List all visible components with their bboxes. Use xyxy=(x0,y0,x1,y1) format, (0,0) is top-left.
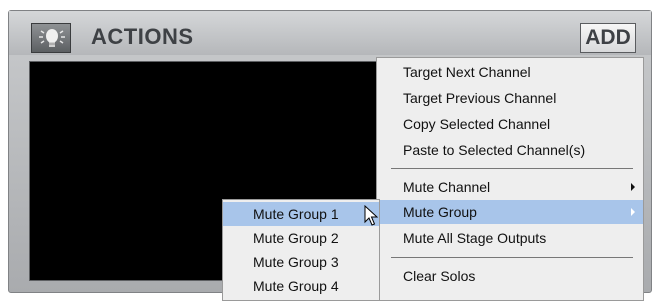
menu-item-clear-solos[interactable]: Clear Solos xyxy=(377,264,643,288)
mute-group-submenu: Mute Group 1 Mute Group 2 Mute Group 3 M… xyxy=(222,199,380,301)
menu-item-paste-selected-channels[interactable]: Paste to Selected Channel(s) xyxy=(377,138,643,162)
context-menu: Target Next Channel Target Previous Chan… xyxy=(376,57,644,301)
arrow-pointer-icon xyxy=(364,205,378,226)
menu-item-mute-all-stage-outputs[interactable]: Mute All Stage Outputs xyxy=(377,226,643,250)
submenu-item-mute-group-3[interactable]: Mute Group 3 xyxy=(223,250,379,274)
lightbulb-icon xyxy=(39,29,65,47)
menu-item-copy-selected-channel[interactable]: Copy Selected Channel xyxy=(377,112,643,136)
menu-item-mute-channel[interactable]: Mute Channel xyxy=(377,175,643,199)
submenu-arrow-icon xyxy=(631,208,635,216)
menu-item-label: Mute Group xyxy=(403,204,477,220)
menu-separator xyxy=(391,168,633,169)
panel-titlebar: ACTIONS ADD xyxy=(9,11,651,55)
submenu-item-mute-group-2[interactable]: Mute Group 2 xyxy=(223,226,379,250)
menu-item-target-next-channel[interactable]: Target Next Channel xyxy=(377,60,643,84)
add-button[interactable]: ADD xyxy=(580,23,636,53)
submenu-item-mute-group-1[interactable]: Mute Group 1 xyxy=(223,202,379,226)
menu-item-target-previous-channel[interactable]: Target Previous Channel xyxy=(377,86,643,110)
menu-separator xyxy=(391,257,633,258)
submenu-item-mute-group-4[interactable]: Mute Group 4 xyxy=(223,274,379,298)
menu-item-mute-group[interactable]: Mute Group xyxy=(377,200,643,224)
lightbulb-button[interactable] xyxy=(31,23,71,53)
menu-item-label: Mute Channel xyxy=(403,179,491,195)
submenu-arrow-icon xyxy=(631,183,635,191)
panel-title: ACTIONS xyxy=(91,24,194,49)
